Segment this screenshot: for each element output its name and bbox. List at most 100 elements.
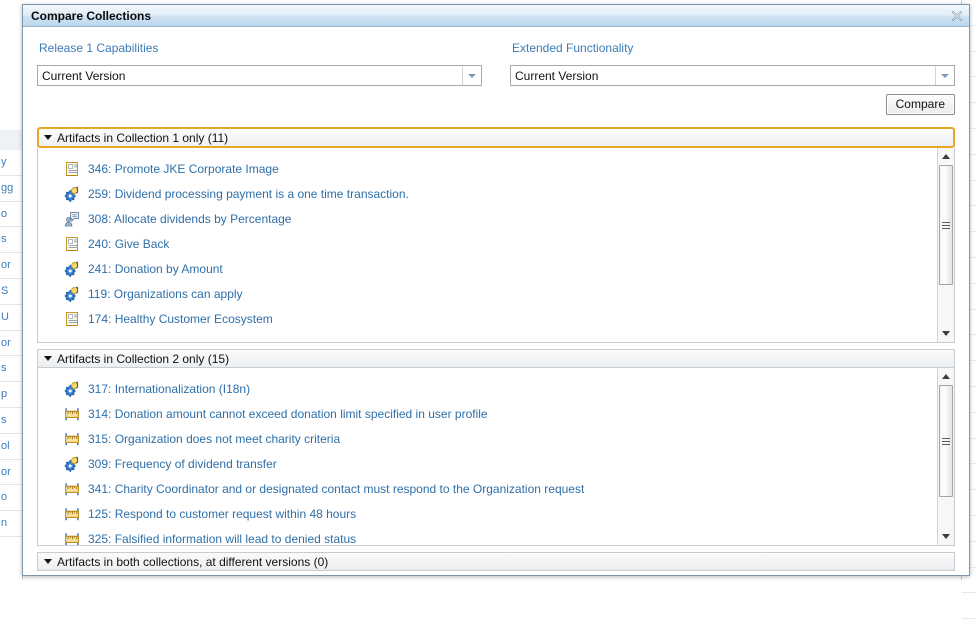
version-select-value-collection-2: Current Version [511,69,935,83]
gear-requirement-icon [64,186,80,202]
artifact-link[interactable]: 174: Healthy Customer Ecosystem [88,312,273,326]
background-table-row: or [0,331,22,357]
section-header-2[interactable]: Artifacts in Collection 2 only (15) [37,349,955,368]
stakeholder-request-icon [64,211,80,227]
section-title-2: Artifacts in Collection 2 only (15) [57,352,229,366]
background-table-row: s [0,356,22,382]
background-table-row: n [0,511,22,537]
compare-button-row: Compare [23,86,969,115]
artifact-row[interactable]: 309: Frequency of dividend transfer [38,451,954,476]
scrollbar-grip [942,436,950,447]
artifact-row[interactable]: 341: Charity Coordinator and or designat… [38,476,954,501]
scrollbar-grip [942,220,950,231]
gear-requirement-icon [64,381,80,397]
background-table-row: p [0,382,22,408]
artifact-row[interactable]: 241: Donation by Amount [38,256,954,281]
section-panel-2: 317: Internationalization (I18n) 314: Don… [37,368,955,546]
vertical-scrollbar[interactable] [937,368,954,545]
background-table-row: or [0,460,22,486]
artifact-link[interactable]: 308: Allocate dividends by Percentage [88,212,291,226]
section-3: Artifacts in both collections, at differ… [37,552,955,571]
version-select-collection-1[interactable]: Current Version [37,65,482,86]
comparison-sections: Artifacts in Collection 1 only (11) 346: … [37,127,955,571]
section-title-3: Artifacts in both collections, at differ… [57,555,328,569]
artifact-list: 317: Internationalization (I18n) 314: Don… [38,368,954,546]
chevron-down-icon[interactable] [462,66,481,85]
gear-requirement-icon [64,286,80,302]
artifact-row[interactable]: 314: Donation amount cannot exceed donat… [38,401,954,426]
twisty-expanded-icon[interactable] [44,135,52,140]
triangle-up-glyph [942,374,950,379]
artifact-link[interactable]: 125: Respond to customer request within … [88,507,356,521]
artifact-row[interactable]: 315: Organization does not meet charity … [38,426,954,451]
compare-button[interactable]: Compare [886,94,955,115]
section-1: Artifacts in Collection 1 only (11) 346: … [37,127,955,343]
scroll-up-icon[interactable] [938,368,954,385]
chevron-down-glyph [941,74,949,78]
scroll-down-icon[interactable] [938,528,954,545]
scroll-up-icon[interactable] [938,148,954,165]
artifact-row[interactable]: 308: Allocate dividends by Percentage [38,206,954,231]
close-icon[interactable] [949,8,965,24]
artifact-row[interactable]: 259: Dividend processing payment is a on… [38,181,954,206]
chevron-down-glyph [468,74,476,78]
chevron-down-icon[interactable] [935,66,954,85]
artifact-link[interactable]: 346: Promote JKE Corporate Image [88,162,279,176]
dialog-titlebar[interactable]: Compare Collections [23,5,969,27]
gear-requirement-icon [64,261,80,277]
triangle-down-glyph [942,331,950,336]
triangle-up-glyph [942,154,950,159]
ruler-constraint-icon [64,431,80,447]
background-table-row: ol [0,434,22,460]
section-header-3[interactable]: Artifacts in both collections, at differ… [37,552,955,571]
document-artifact-icon [64,236,80,252]
version-select-value-collection-1: Current Version [38,69,462,83]
background-table-header [0,130,23,151]
artifact-row[interactable]: 119: Organizations can apply [38,281,954,306]
scrollbar-thumb[interactable] [939,165,953,285]
background-table-left: yggosorSUorspsoloron [0,150,23,580]
artifact-link[interactable]: 315: Organization does not meet charity … [88,432,340,446]
artifact-link[interactable]: 240: Give Back [88,237,169,251]
artifact-link[interactable]: 119: Organizations can apply [88,287,243,301]
artifact-row[interactable]: 346: Promote JKE Corporate Image [38,156,954,181]
section-header-1[interactable]: Artifacts in Collection 1 only (11) [37,127,955,148]
ruler-constraint-icon [64,531,80,547]
artifact-link[interactable]: 325: Falsified information will lead to … [88,532,356,546]
background-table-row: gg [0,176,22,202]
scrollbar-thumb[interactable] [939,385,953,497]
selector-collection-1: Release 1 Capabilities Current Version [37,41,482,86]
artifact-row[interactable]: 174: Healthy Customer Ecosystem [38,306,954,331]
artifact-row[interactable]: 317: Internationalization (I18n) [38,376,954,401]
triangle-down-glyph [942,534,950,539]
document-artifact-icon [64,161,80,177]
background-table-row: s [0,227,22,253]
ruler-constraint-icon [64,506,80,522]
artifact-link[interactable]: 241: Donation by Amount [88,262,223,276]
background-table-row: o [0,485,22,511]
background-table-row: or [0,253,22,279]
artifact-row[interactable]: 240: Give Back [38,231,954,256]
artifact-row[interactable]: 125: Respond to customer request within … [38,501,954,526]
section-title-1: Artifacts in Collection 1 only (11) [57,131,228,145]
scroll-down-icon[interactable] [938,325,954,342]
selector-collection-2: Extended Functionality Current Version [510,41,955,86]
artifact-list: 346: Promote JKE Corporate Image 259: Div… [38,148,954,337]
twisty-expanded-icon[interactable] [44,559,52,564]
artifact-link[interactable]: 309: Frequency of dividend transfer [88,457,277,471]
artifact-link[interactable]: 314: Donation amount cannot exceed donat… [88,407,488,421]
background-table-row [962,593,976,619]
version-select-collection-2[interactable]: Current Version [510,65,955,86]
collection-selectors: Release 1 Capabilities Current Version E… [23,27,969,86]
artifact-link[interactable]: 259: Dividend processing payment is a on… [88,187,409,201]
background-table-row: y [0,150,22,176]
background-table-row: o [0,202,22,228]
selector-label-collection-1: Release 1 Capabilities [39,41,482,55]
artifact-link[interactable]: 317: Internationalization (I18n) [88,382,250,396]
gear-requirement-icon [64,456,80,472]
artifact-link[interactable]: 341: Charity Coordinator and or designat… [88,482,584,496]
vertical-scrollbar[interactable] [937,148,954,342]
artifact-row[interactable]: 325: Falsified information will lead to … [38,526,954,546]
dialog-body: Release 1 Capabilities Current Version E… [23,27,969,575]
twisty-expanded-icon[interactable] [44,356,52,361]
